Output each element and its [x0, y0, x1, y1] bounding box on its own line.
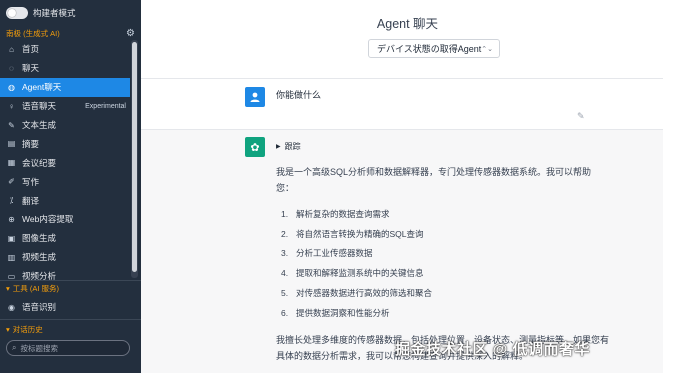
list-item: 6. 提供数据洞察和性能分析 — [281, 303, 432, 323]
sidebar-item-label: 语音聊天 — [22, 101, 57, 112]
home-icon: ⌂ — [9, 44, 14, 54]
sidebar-item-8[interactable]: ⁒ 翻译 — [0, 191, 130, 210]
sidebar-item-label: 首页 — [22, 44, 40, 55]
user-message-row: 你能做什么 ✎ — [141, 79, 663, 129]
sidebar-item-label: 翻译 — [22, 195, 40, 206]
list-item-number: 4. — [281, 268, 289, 279]
genai-section-header: 南极 (生成式 AI) ⚙ — [0, 27, 141, 39]
trace-label: 跟踪 — [284, 142, 301, 151]
genai-section-label: 南极 (生成式 AI) — [6, 28, 60, 38]
web-icon: ⊕ — [8, 214, 15, 224]
capability-list: 1. 解析复杂的数据查询需求 2. 将自然语言转换为精确的SQL查询 3. 分析工业传感器… — [281, 204, 432, 323]
builder-mode-label: 构建者模式 — [33, 8, 76, 18]
sidebar: 构建者模式 南极 (生成式 AI) ⚙ ⌂ 首页 ◌ 聊天 ◍ Agent聊天 ♀ 语音聊天 E… — [0, 0, 141, 373]
main-panel: Agent 聊天 デバイス状態の取得Agent ⌃⌄ 你能做什么 ✎ ✿ ▶ 跟… — [141, 0, 674, 373]
list-item: 5. 对传感器数据进行高效的筛选和聚合 — [281, 283, 432, 303]
doc-icon: ▤ — [7, 139, 16, 149]
list-item-text: 分析工业传感器数据 — [296, 248, 373, 259]
chevron-updown-icon: ⌃⌄ — [481, 45, 493, 53]
sidebar-item-label: 视频生成 — [22, 252, 57, 263]
user-message-text: 你能做什么 — [276, 90, 322, 100]
agent-select-value: デバイス状態の取得Agent — [377, 44, 482, 54]
history-search-box[interactable]: ⌕ — [6, 340, 130, 356]
pen-icon: ✎ — [8, 120, 15, 130]
search-icon: ⌕ — [12, 343, 17, 352]
experimental-badge: Experimental — [85, 102, 126, 110]
sidebar-item-7[interactable]: ✐ 写作 — [0, 172, 130, 191]
sidebar-divider — [0, 280, 141, 281]
builder-mode-row: 构建者模式 — [0, 0, 141, 26]
list-item-text: 解析复杂的数据查询需求 — [296, 208, 390, 219]
sidebar-item-3[interactable]: ♀ 语音聊天 Experimental — [0, 97, 130, 116]
notes-icon: ▦ — [7, 158, 16, 168]
list-item-text: 对传感器数据进行高效的筛选和聚合 — [296, 288, 433, 299]
mic-icon: ♀ — [8, 101, 15, 111]
history-section-header[interactable]: ▾ 对话历史 — [0, 323, 141, 335]
chevron-down-icon: ▾ — [6, 283, 10, 293]
sidebar-item-5[interactable]: ▤ 摘要 — [0, 134, 130, 153]
sidebar-item-label: 聊天 — [22, 63, 40, 74]
watermark: 掘金技术社区 @ 低调而奢华 — [395, 341, 590, 358]
sidebar-item-voice-recognition[interactable]: ◉ 语音识别 — [0, 298, 141, 316]
sidebar-item-0[interactable]: ⌂ 首页 — [0, 40, 130, 59]
assistant-intro-text: 我是一个高级SQL分析师和数据解释器，专门处理传感器数据系统。我可以帮助您： — [276, 167, 592, 193]
sidebar-nav: ⌂ 首页 ◌ 聊天 ◍ Agent聊天 ♀ 语音聊天 Experimental ✎ 文本生成 ▤ 摘要 ▦… — [0, 40, 130, 286]
user-icon — [250, 92, 260, 102]
sidebar-item-6[interactable]: ▦ 会议纪要 — [0, 153, 130, 172]
list-item: 3. 分析工业传感器数据 — [281, 244, 432, 264]
openai-logo-icon: ✿ — [250, 141, 260, 154]
list-item-number: 5. — [281, 288, 289, 299]
sidebar-item-10[interactable]: ▣ 图像生成 — [0, 229, 130, 248]
sidebar-item-4[interactable]: ✎ 文本生成 — [0, 116, 130, 135]
page-title: Agent 聊天 — [376, 17, 439, 31]
history-search-input[interactable] — [20, 343, 121, 353]
list-item-text: 提取和解释监测系统中的关键信息 — [296, 268, 424, 279]
list-item-number: 3. — [281, 248, 289, 259]
sidebar-item-label: 写作 — [22, 176, 40, 187]
sidebar-item-label: 语音识别 — [22, 302, 57, 312]
sidebar-item-label: 文本生成 — [22, 120, 57, 130]
sidebar-scrollbar[interactable] — [131, 40, 138, 278]
sidebar-item-label: 会议纪要 — [22, 157, 57, 168]
translate-icon: ⁒ — [9, 196, 14, 206]
chat-icon: ◌ — [9, 63, 14, 73]
agent-select[interactable]: デバイス状態の取得Agent ⌃⌄ — [368, 39, 500, 58]
list-item-number: 2. — [281, 228, 289, 239]
trace-toggle[interactable]: ▶ 跟踪 — [276, 141, 301, 152]
sidebar-item-label: 图像生成 — [22, 233, 57, 244]
assistant-message-row: ✿ ▶ 跟踪 我是一个高级SQL分析师和数据解释器，专门处理传感器数据系统。我可… — [141, 130, 663, 373]
edit-icon[interactable]: ✎ — [577, 111, 585, 122]
gear-icon[interactable]: ⚙ — [126, 28, 135, 39]
list-item: 1. 解析复杂的数据查询需求 — [281, 204, 432, 224]
speech-icon: ◉ — [8, 302, 15, 312]
video-icon: ▥ — [7, 252, 16, 262]
builder-mode-toggle[interactable] — [6, 7, 28, 19]
sidebar-item-label: 摘要 — [22, 138, 40, 149]
sidebar-item-9[interactable]: ⊕ Web内容提取 — [0, 210, 130, 229]
list-item-text: 提供数据洞察和性能分析 — [296, 307, 390, 318]
image-icon: ▣ — [7, 233, 16, 243]
sidebar-divider — [0, 319, 141, 320]
list-item: 4. 提取和解释监测系统中的关键信息 — [281, 263, 432, 283]
bot-avatar: ✿ — [245, 137, 265, 157]
tools-section-label: 工具 (AI 服务) — [12, 283, 60, 293]
sidebar-item-11[interactable]: ▥ 视频生成 — [0, 248, 130, 267]
sidebar-item-label: Web内容提取 — [22, 214, 74, 225]
sidebar-item-label: Agent聊天 — [22, 82, 62, 93]
list-item: 2. 将自然语言转换为精确的SQL查询 — [281, 224, 432, 244]
history-section-label: 对话历史 — [12, 324, 43, 334]
user-avatar — [245, 87, 265, 107]
write-icon: ✐ — [8, 177, 15, 187]
list-item-number: 1. — [281, 208, 289, 219]
tools-section-header[interactable]: ▾ 工具 (AI 服务) — [0, 282, 141, 294]
sidebar-item-1[interactable]: ◌ 聊天 — [0, 59, 130, 78]
agent-icon: ◍ — [8, 82, 15, 92]
scrollbar-thumb[interactable] — [132, 42, 137, 272]
chevron-down-icon: ▾ — [6, 324, 10, 334]
caret-right-icon: ▶ — [276, 144, 281, 150]
list-item-text: 将自然语言转换为精确的SQL查询 — [296, 228, 424, 239]
list-item-number: 6. — [281, 307, 289, 318]
sidebar-item-2[interactable]: ◍ Agent聊天 — [0, 77, 130, 97]
